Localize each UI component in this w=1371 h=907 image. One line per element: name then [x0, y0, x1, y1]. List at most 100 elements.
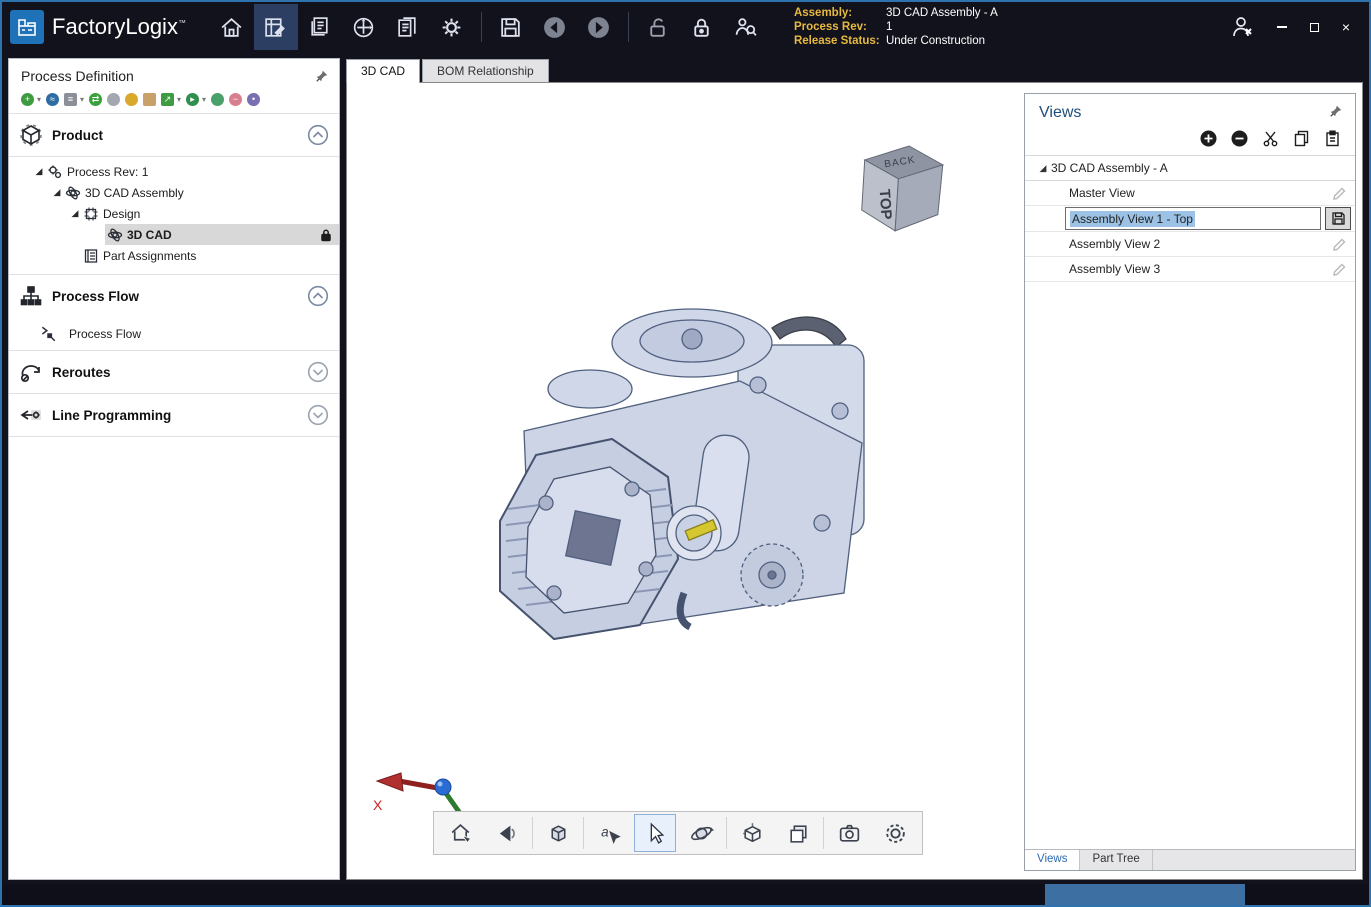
toolbar-separator [726, 817, 727, 849]
section-label-line-programming: Line Programming [52, 408, 298, 423]
close-glyph: × [1342, 19, 1350, 35]
back-button[interactable] [533, 4, 577, 50]
lamp-icon[interactable] [107, 93, 120, 106]
package-icon[interactable] [143, 93, 156, 106]
audit-button[interactable] [724, 4, 768, 50]
process-flow-icon [19, 284, 43, 308]
view-item-master[interactable]: Master View [1025, 181, 1355, 206]
views-root-node[interactable]: ◢ 3D CAD Assembly - A [1025, 155, 1355, 181]
expander-icon[interactable]: ◢ [69, 208, 81, 219]
close-button[interactable]: × [1331, 14, 1361, 40]
section-line-programming[interactable]: Line Programming [9, 394, 339, 437]
globe-icon[interactable] [211, 93, 224, 106]
layers-icon [786, 821, 811, 846]
deploy-icon [351, 15, 376, 40]
deploy-button[interactable] [342, 4, 386, 50]
visibility-button[interactable] [486, 814, 528, 852]
paste-icon[interactable] [1324, 130, 1341, 147]
expander-icon[interactable]: ◢ [33, 166, 45, 177]
remove-icon[interactable]: − [229, 93, 242, 106]
process-definition-button[interactable] [254, 4, 298, 50]
print-icon[interactable]: ≡ [64, 93, 77, 106]
home-icon [219, 15, 244, 40]
home-button[interactable] [210, 4, 254, 50]
gears-icon [47, 164, 63, 180]
tab-part-tree[interactable]: Part Tree [1080, 850, 1152, 870]
user-logout-button[interactable] [1219, 4, 1265, 50]
add-view-icon[interactable] [1200, 130, 1217, 147]
app-logo [10, 10, 44, 44]
orbit-tool-button[interactable] [680, 814, 722, 852]
pin-icon[interactable] [315, 69, 329, 83]
label-tool-button[interactable]: a [588, 814, 630, 852]
line-programming-icon [19, 403, 43, 427]
section-reroutes[interactable]: Reroutes [9, 351, 339, 394]
tree-row-process-flow[interactable]: Process Flow [9, 317, 339, 351]
copy-icon[interactable] [1293, 130, 1310, 147]
viewport-settings-button[interactable] [874, 814, 916, 852]
tab-bom-relationship[interactable]: BOM Relationship [422, 59, 549, 83]
tree-row-part-assignments[interactable]: Part Assignments [9, 245, 339, 266]
minimize-glyph [1277, 26, 1287, 28]
save-button[interactable] [489, 4, 533, 50]
minimize-button[interactable] [1267, 14, 1297, 40]
forward-button[interactable] [577, 4, 621, 50]
view-item-3[interactable]: Assembly View 3 [1025, 257, 1355, 282]
snapshot-button[interactable] [828, 814, 870, 852]
settings-button[interactable] [430, 4, 474, 50]
web-icon[interactable]: ≈ [46, 93, 59, 106]
maximize-button[interactable] [1299, 14, 1329, 40]
home-view-button[interactable] [440, 814, 482, 852]
layers-button[interactable] [777, 814, 819, 852]
view-item-2[interactable]: Assembly View 2 [1025, 232, 1355, 257]
expand-down-icon[interactable] [307, 404, 329, 426]
tree-row-assembly[interactable]: ◢ 3D CAD Assembly [9, 182, 339, 203]
print-caret-icon[interactable]: ▾ [80, 95, 84, 104]
export-icon[interactable]: ↗ [161, 93, 174, 106]
view-item-editing: Assembly View 1 - Top [1025, 206, 1355, 232]
flask-icon[interactable] [125, 93, 138, 106]
view-cube[interactable]: BACK TOP [847, 135, 951, 243]
pin-icon[interactable] [1329, 104, 1343, 118]
save-view-button[interactable] [1325, 207, 1351, 230]
collapse-up-icon[interactable] [307, 285, 329, 307]
view-label: Master View [1069, 186, 1332, 200]
tab-3d-cad[interactable]: 3D CAD [346, 59, 420, 83]
app-title: FactoryLogix™ [52, 14, 186, 40]
unlock-button[interactable] [636, 4, 680, 50]
cad-viewport[interactable]: BACK TOP [346, 82, 1363, 880]
edit-pencil-icon[interactable] [1332, 237, 1347, 252]
expand-down-icon[interactable] [307, 361, 329, 383]
tree-export-icon[interactable]: ▸ [186, 93, 199, 106]
select-tool-button[interactable] [634, 814, 676, 852]
production-button[interactable] [298, 4, 342, 50]
assembly-value: 3D CAD Assembly - A [886, 6, 998, 20]
add-caret-icon[interactable]: ▾ [37, 95, 41, 104]
remove-view-icon[interactable] [1231, 130, 1248, 147]
edit-pencil-icon[interactable] [1332, 186, 1347, 201]
release-status-label: Release Status: [794, 34, 886, 48]
view-label: Assembly View 2 [1069, 237, 1332, 251]
sync-icon[interactable]: ⇄ [89, 93, 102, 106]
section-product[interactable]: Product [9, 114, 339, 157]
lock-button[interactable] [680, 4, 724, 50]
tab-views[interactable]: Views [1025, 850, 1080, 870]
tree-row-process-rev[interactable]: ◢ Process Rev: 1 [9, 161, 339, 182]
shading-button[interactable] [537, 814, 579, 852]
cut-icon[interactable] [1262, 130, 1279, 147]
release-status-value: Under Construction [886, 34, 985, 48]
view-name-input[interactable]: Assembly View 1 - Top [1065, 207, 1321, 230]
tree-caret-icon[interactable]: ▾ [202, 95, 206, 104]
tree-row-design[interactable]: ◢ Design [9, 203, 339, 224]
expander-icon[interactable]: ◢ [51, 187, 63, 198]
section-process-flow[interactable]: Process Flow [9, 275, 339, 317]
documents-button[interactable] [386, 4, 430, 50]
tree-row-cad-selected[interactable]: 3D CAD [9, 224, 339, 245]
model-views-button[interactable] [731, 814, 773, 852]
record-icon[interactable]: • [247, 93, 260, 106]
add-icon[interactable]: + [21, 93, 34, 106]
expander-icon[interactable]: ◢ [1035, 163, 1051, 174]
export-caret-icon[interactable]: ▾ [177, 95, 181, 104]
edit-pencil-icon[interactable] [1332, 262, 1347, 277]
collapse-up-icon[interactable] [307, 124, 329, 146]
